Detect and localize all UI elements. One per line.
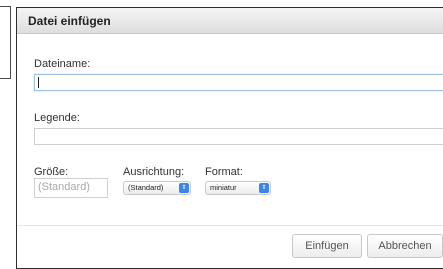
page-backdrop: Datei einfügen × Dateiname: Legende: Grö… bbox=[0, 0, 443, 269]
text-caret bbox=[38, 77, 39, 88]
format-select[interactable]: miniatur ⇕ bbox=[205, 181, 271, 195]
updown-arrows-icon: ⇕ bbox=[179, 183, 189, 193]
updown-arrows-icon: ⇕ bbox=[259, 183, 269, 193]
filename-label: Dateiname: bbox=[34, 58, 91, 70]
dialog-titlebar: Datei einfügen × bbox=[17, 8, 443, 34]
size-label: Größe: bbox=[34, 166, 69, 178]
cancel-button[interactable]: Abbrechen bbox=[367, 234, 443, 258]
format-label: Format: bbox=[205, 166, 243, 178]
alignment-label: Ausrichtung: bbox=[123, 166, 185, 178]
format-selected-value: miniatur bbox=[210, 183, 237, 192]
background-panel bbox=[0, 6, 11, 79]
dialog-title: Datei einfügen bbox=[28, 14, 111, 28]
alignment-selected-value: (Standard) bbox=[128, 183, 164, 192]
alignment-select[interactable]: (Standard) ⇕ bbox=[123, 181, 191, 195]
filename-input[interactable] bbox=[34, 74, 443, 91]
insert-button[interactable]: Einfügen bbox=[292, 234, 362, 258]
footer-divider bbox=[17, 225, 443, 226]
size-input[interactable]: (Standard) bbox=[34, 178, 108, 198]
legend-label: Legende: bbox=[34, 112, 80, 124]
insert-file-dialog: Datei einfügen × Dateiname: Legende: Grö… bbox=[16, 7, 443, 269]
legend-input[interactable] bbox=[34, 128, 443, 145]
